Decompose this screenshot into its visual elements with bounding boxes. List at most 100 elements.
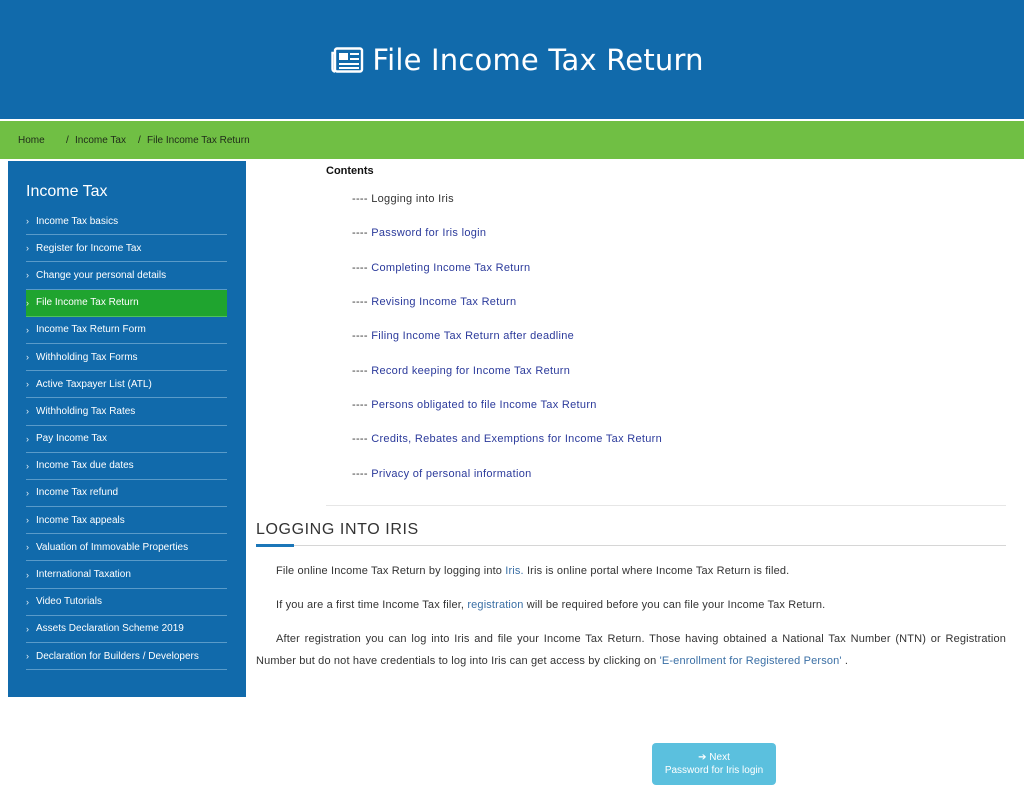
breadcrumb-current: File Income Tax Return	[147, 135, 250, 146]
page-header: File Income Tax Return	[0, 0, 1024, 119]
paragraph-text: .	[841, 655, 849, 667]
chevron-right-icon: ›	[26, 379, 29, 390]
sidebar-item-label: Income Tax basics	[36, 215, 119, 227]
sidebar-item-label: File Income Tax Return	[36, 297, 139, 309]
contents-heading: Contents	[326, 165, 374, 177]
toc-item-logging-into-iris[interactable]: ---- Logging into Iris	[352, 193, 454, 205]
toc-link: Completing Income Tax Return	[371, 262, 531, 274]
sidebar-item-label: Income Tax Return Form	[36, 324, 146, 336]
chevron-right-icon: ›	[26, 542, 29, 553]
toc-dash: ----	[352, 227, 368, 239]
sidebar-item-refund[interactable]: › Income Tax refund	[26, 480, 227, 508]
sidebar-item-label: Change your personal details	[36, 269, 167, 281]
toc-item-revising[interactable]: ---- Revising Income Tax Return	[352, 296, 516, 308]
toc-dash: ----	[352, 399, 368, 411]
toc-link: Credits, Rebates and Exemptions for Inco…	[371, 433, 663, 445]
sidebar-item-label: Active Taxpayer List (ATL)	[36, 378, 152, 390]
toc-item-privacy[interactable]: ---- Privacy of personal information	[352, 468, 532, 480]
e-enrollment-link[interactable]: 'E-enrollment for Registered Person'	[660, 655, 842, 667]
chevron-right-icon: ›	[26, 324, 29, 335]
breadcrumb: Home / Income Tax / File Income Tax Retu…	[0, 121, 1024, 159]
chevron-right-icon: ›	[26, 297, 29, 308]
sidebar-item-label: Declaration for Builders / Developers	[36, 650, 199, 662]
toc-item-after-deadline[interactable]: ---- Filing Income Tax Return after dead…	[352, 330, 574, 342]
sidebar-item-builders-declaration[interactable]: › Declaration for Builders / Developers	[26, 643, 227, 671]
toc-dash: ----	[352, 433, 368, 445]
sidebar-item-label: Withholding Tax Rates	[36, 405, 136, 417]
sidebar-item-register[interactable]: › Register for Income Tax	[26, 235, 227, 263]
sidebar-item-label: Video Tutorials	[36, 596, 102, 608]
section-divider	[256, 545, 1006, 546]
sidebar: Income Tax › Income Tax basics › Register …	[8, 161, 246, 697]
toc-item-password[interactable]: ---- Password for Iris login	[352, 227, 486, 239]
toc-link: Logging into Iris	[371, 193, 454, 205]
sidebar-item-return-form[interactable]: › Income Tax Return Form	[26, 317, 227, 344]
toc-link: Privacy of personal information	[371, 468, 532, 480]
sidebar-nav: › Income Tax basics › Register for Income …	[26, 208, 227, 671]
next-button-sublabel: Password for Iris login	[664, 765, 764, 776]
arrow-right-icon: ➔	[698, 752, 707, 763]
breadcrumb-separator: /	[66, 135, 69, 146]
toc-dash: ----	[352, 330, 368, 342]
sidebar-item-file-return[interactable]: › File Income Tax Return	[26, 289, 227, 317]
sidebar-item-withholding-rates[interactable]: › Withholding Tax Rates	[26, 398, 227, 426]
toc-item-completing[interactable]: ---- Completing Income Tax Return	[352, 262, 530, 274]
toc-dash: ----	[352, 468, 368, 480]
chevron-right-icon: ›	[26, 216, 29, 227]
sidebar-item-pay[interactable]: › Pay Income Tax	[26, 426, 227, 453]
toc-link: Filing Income Tax Return after deadline	[371, 330, 575, 342]
paragraph-text: After registration you can log into Iris…	[256, 633, 1006, 667]
paragraph-text: Iris is online portal where Income Tax R…	[523, 565, 790, 577]
sidebar-title: Income Tax	[26, 183, 108, 200]
newspaper-icon	[330, 46, 364, 73]
chevron-right-icon: ›	[26, 352, 29, 363]
sidebar-item-due-dates[interactable]: › Income Tax due dates	[26, 453, 227, 480]
breadcrumb-income-tax[interactable]: Income Tax	[75, 135, 126, 146]
toc-item-persons-obligated[interactable]: ---- Persons obligated to file Income Ta…	[352, 399, 597, 411]
paragraph-logging: File online Income Tax Return by logging…	[256, 560, 1006, 582]
breadcrumb-home[interactable]: Home	[18, 135, 45, 146]
sidebar-item-label: Pay Income Tax	[36, 433, 107, 445]
next-button-top: ➔ Next	[652, 751, 776, 764]
chevron-right-icon: ›	[26, 243, 29, 254]
toc-link: Revising Income Tax Return	[371, 296, 517, 308]
chevron-right-icon: ›	[26, 596, 29, 607]
sidebar-item-assets-declaration[interactable]: › Assets Declaration Scheme 2019	[26, 616, 227, 643]
registration-link[interactable]: registration	[467, 599, 523, 611]
toc-link: Persons obligated to file Income Tax Ret…	[371, 399, 597, 411]
toc-item-credits-rebates[interactable]: ---- Credits, Rebates and Exemptions for…	[352, 433, 662, 445]
chevron-right-icon: ›	[26, 515, 29, 526]
sidebar-item-international[interactable]: › International Taxation	[26, 561, 227, 589]
sidebar-item-income-tax-basics[interactable]: › Income Tax basics	[26, 208, 227, 236]
section-divider-accent	[256, 544, 294, 547]
chevron-right-icon: ›	[26, 651, 29, 662]
sidebar-item-video-tutorials[interactable]: › Video Tutorials	[26, 589, 227, 616]
chevron-right-icon: ›	[26, 623, 29, 634]
sidebar-item-appeals[interactable]: › Income Tax appeals	[26, 507, 227, 535]
sidebar-item-label: International Taxation	[36, 569, 131, 581]
breadcrumb-separator: /	[138, 135, 141, 146]
iris-link[interactable]: Iris.	[505, 565, 523, 577]
chevron-right-icon: ›	[26, 487, 29, 498]
sidebar-item-withholding-forms[interactable]: › Withholding Tax Forms	[26, 344, 227, 372]
toc-item-record-keeping[interactable]: ---- Record keeping for Income Tax Retur…	[352, 365, 570, 377]
toc-dash: ----	[352, 262, 368, 274]
paragraph-text: If you are a first time Income Tax filer…	[276, 599, 468, 611]
chevron-right-icon: ›	[26, 569, 29, 580]
paragraph-after-registration: After registration you can log into Iris…	[256, 628, 1006, 672]
header-title-group: File Income Tax Return	[330, 43, 703, 77]
sidebar-item-atl[interactable]: › Active Taxpayer List (ATL)	[26, 371, 227, 399]
paragraph-text: will be required before you can file you…	[523, 599, 826, 611]
sidebar-item-label: Register for Income Tax	[36, 242, 142, 254]
sidebar-item-change-details[interactable]: › Change your personal details	[26, 262, 227, 290]
paragraph-text: File online Income Tax Return by logging…	[276, 565, 506, 577]
toc-dash: ----	[352, 193, 368, 205]
next-button[interactable]: ➔ Next Password for Iris login	[652, 743, 776, 785]
sidebar-item-label: Valuation of Immovable Properties	[36, 541, 189, 553]
sidebar-item-label: Income Tax due dates	[36, 460, 134, 472]
toc-dash: ----	[352, 296, 368, 308]
sidebar-item-valuation[interactable]: › Valuation of Immovable Properties	[26, 534, 227, 562]
chevron-right-icon: ›	[26, 270, 29, 281]
section-title: LOGGING INTO IRIS	[256, 521, 419, 538]
chevron-right-icon: ›	[26, 406, 29, 417]
